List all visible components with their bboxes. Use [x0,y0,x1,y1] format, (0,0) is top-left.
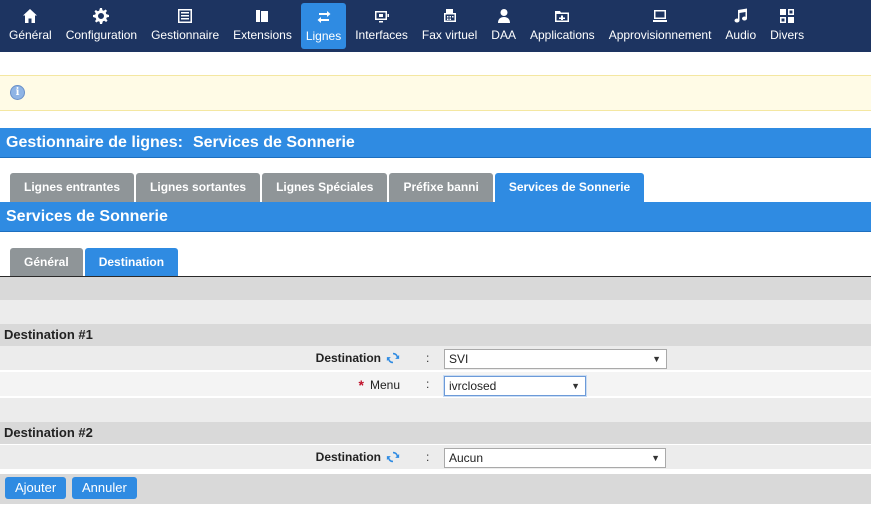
interface-icon [374,11,389,23]
nav-item-gestionnaire[interactable]: Gestionnaire [146,0,224,52]
cancel-button[interactable]: Annuler [72,477,137,499]
colon: : [426,450,430,464]
destination-1-row: Destination : SVI ▼ [0,346,871,371]
nav-item-applications[interactable]: Applications [525,0,600,52]
user-icon [497,9,510,23]
nav-item-configuration[interactable]: Configuration [61,0,142,52]
tab-services-de-sonnerie[interactable]: Services de Sonnerie [494,173,645,202]
nav-item-label: Configuration [65,28,138,42]
chevron-down-icon: ▼ [571,381,580,391]
nav-item-general[interactable]: Général [4,0,57,52]
provisioning-icon [653,10,668,22]
page-title-prefix: Gestionnaire de lignes: [6,134,183,151]
main-tabs: Lignes entrantes Lignes sortantes Lignes… [0,173,646,202]
phone-icon [256,10,269,22]
nav-item-daa[interactable]: DAA [486,0,521,52]
button-bar: Ajouter Annuler [0,474,871,504]
menu-row: * Menu : ivrclosed ▼ [0,372,871,397]
nav-item-interfaces[interactable]: Interfaces [350,0,413,52]
section-title: Services de Sonnerie [0,202,871,232]
destination-2-label: Destination [315,450,381,464]
nav-item-label: DAA [491,28,516,42]
menu-label-cell: * Menu [359,377,400,393]
nav-item-fax-virtuel[interactable]: Fax virtuel [417,0,482,52]
lines-icon [317,11,331,23]
nav-item-label: Approvisionnement [608,28,712,42]
nav-item-label: Divers [770,28,805,42]
nav-item-approvisionnement[interactable]: Approvisionnement [604,0,717,52]
nav-item-extensions[interactable]: Extensions [228,0,297,52]
destination-2-label-cell: Destination [316,450,400,464]
refresh-icon[interactable] [386,351,400,365]
nav-item-label: Extensions [233,28,292,42]
chevron-down-icon: ▼ [652,354,661,364]
tab-lignes-speciales[interactable]: Lignes Spéciales [262,173,388,202]
tab-lignes-entrantes[interactable]: Lignes entrantes [10,173,135,202]
destination-2-value: Aucun [449,451,484,465]
nav-item-divers[interactable]: Divers [765,0,809,52]
destination-1-value: SVI [449,352,469,366]
form-spacer [0,398,871,422]
applications-icon [555,11,570,22]
music-icon [734,8,747,23]
page-title-main: Services de Sonnerie [192,134,355,151]
menu-value: ivrclosed [449,379,497,393]
required-mark: * [358,377,364,393]
nav-item-label: Applications [529,28,595,42]
misc-icon [780,9,795,23]
info-bar: i [0,75,871,111]
nav-item-lignes[interactable]: Lignes [300,3,347,49]
subtab-general[interactable]: Général [10,248,83,276]
tab-lignes-sortantes[interactable]: Lignes sortantes [136,173,261,202]
destination-1-select[interactable]: SVI ▼ [444,349,667,369]
top-navigation: Général Configuration Gestionnaire Exten… [0,0,871,52]
destination-2-heading: Destination #2 [0,422,871,444]
refresh-icon[interactable] [386,450,400,464]
nav-item-label: Fax virtuel [421,28,478,42]
home-icon [23,9,38,23]
add-button[interactable]: Ajouter [5,477,67,499]
destination-1-label-cell: Destination [316,351,400,365]
colon: : [426,377,430,391]
chevron-down-icon: ▼ [651,453,660,463]
tab-prefixe-banni[interactable]: Préfixe banni [389,173,493,202]
destination-1-label: Destination [315,351,381,365]
destination-2-row: Destination : Aucun ▼ [0,445,871,470]
nav-item-label: Général [9,28,52,42]
form-spacer [0,300,871,324]
destination-2-select[interactable]: Aucun ▼ [444,448,666,468]
gear-icon [93,8,110,24]
colon: : [426,351,430,365]
destination-1-heading: Destination #1 [0,324,871,346]
page-title: Gestionnaire de lignes: Services de Sonne… [0,128,871,158]
nav-item-label: Gestionnaire [151,28,220,42]
sub-tabs: Général Destination [0,248,180,276]
menu-label: Menu [369,378,400,392]
menu-select[interactable]: ivrclosed ▼ [444,376,586,396]
nav-item-label: Interfaces [355,28,408,42]
nav-item-label: Audio [725,28,757,42]
info-icon[interactable]: i [10,85,25,100]
list-icon [178,9,193,23]
form-top-bar [0,277,871,300]
fax-icon [443,9,456,22]
nav-item-audio[interactable]: Audio [720,0,761,52]
nav-item-label: Lignes [305,29,342,43]
subtab-destination[interactable]: Destination [84,248,179,276]
